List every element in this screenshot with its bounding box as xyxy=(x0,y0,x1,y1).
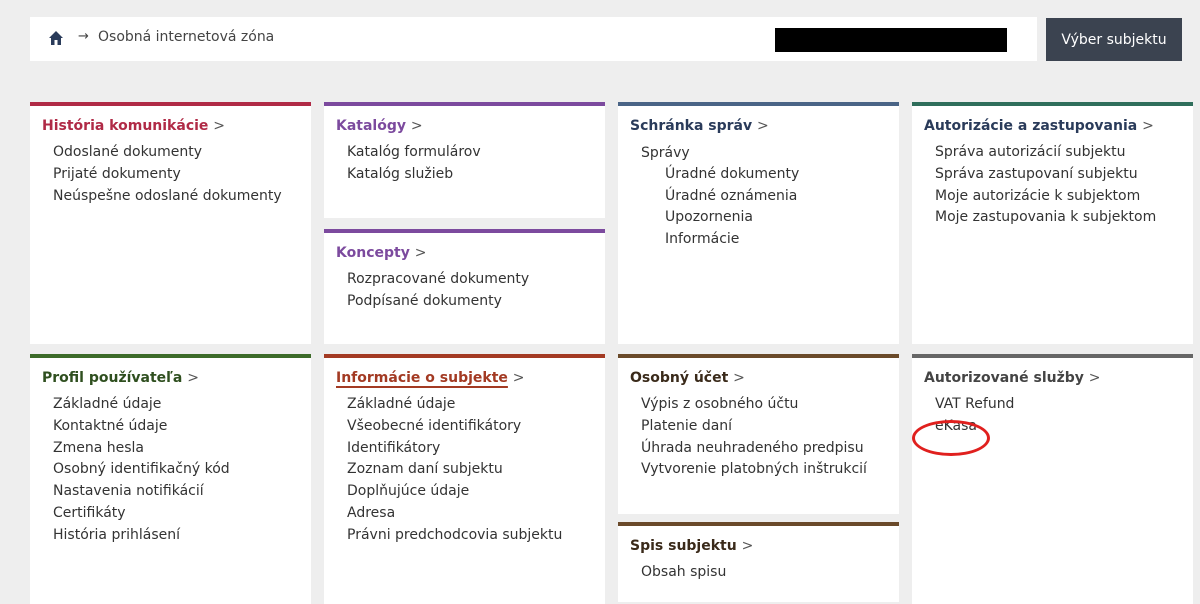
panel-title[interactable]: Autorizácie a zastupovania > xyxy=(924,118,1193,134)
panel-title[interactable]: Katalógy > xyxy=(336,118,605,134)
link-katalog-formularov[interactable]: Katalóg formulárov xyxy=(347,142,605,164)
link-uradne-oznamenia[interactable]: Úradné oznámenia xyxy=(665,186,899,208)
link-sprava-autorizacii[interactable]: Správa autorizácií subjektu xyxy=(935,142,1193,164)
link-list: Správa autorizácií subjektu Správa zastu… xyxy=(924,142,1193,229)
panel-title-chevron: > xyxy=(741,538,754,554)
home-icon[interactable] xyxy=(48,30,64,46)
link-katalog-sluzieb[interactable]: Katalóg služieb xyxy=(347,164,605,186)
select-subject-button[interactable]: Výber subjektu xyxy=(1046,18,1182,61)
link-identifikatory[interactable]: Identifikátory xyxy=(347,438,605,460)
panel-title-text[interactable]: Schránka správ xyxy=(630,118,752,134)
link-prijate-dokumenty[interactable]: Prijaté dokumenty xyxy=(53,164,311,186)
group-label-spravy[interactable]: Správy xyxy=(630,142,899,164)
link-platobne-instrukcie[interactable]: Vytvorenie platobných inštrukcií xyxy=(641,459,899,481)
panel-title-text[interactable]: Profil používateľa xyxy=(42,370,182,386)
panel-osobny-ucet: Osobný účet > Výpis z osobného účtu Plat… xyxy=(618,354,899,514)
link-zakladne-udaje[interactable]: Základné údaje xyxy=(347,394,605,416)
panel-title[interactable]: Informácie o subjekte > xyxy=(336,370,605,386)
link-list: Katalóg formulárov Katalóg služieb xyxy=(336,142,605,186)
annotation-circle xyxy=(912,420,990,456)
link-certifikaty[interactable]: Certifikáty xyxy=(53,503,311,525)
panel-title-text[interactable]: Spis subjektu xyxy=(630,538,737,554)
panel-title-chevron: > xyxy=(512,370,525,386)
panel-profil-pouzivatela: Profil používateľa > Základné údaje Kont… xyxy=(30,354,311,604)
link-odoslane-dokumenty[interactable]: Odoslané dokumenty xyxy=(53,142,311,164)
link-list: Obsah spisu xyxy=(630,562,899,584)
link-osobny-identifikacny-kod[interactable]: Osobný identifikačný kód xyxy=(53,459,311,481)
panel-title-text[interactable]: Osobný účet xyxy=(630,370,728,386)
panel-title-chevron: > xyxy=(733,370,745,386)
panel-title[interactable]: Spis subjektu > xyxy=(630,538,899,554)
panel-title-chevron: > xyxy=(1088,370,1101,386)
link-list: Odoslané dokumenty Prijaté dokumenty Neú… xyxy=(42,142,311,207)
panel-title-chevron: > xyxy=(187,370,199,386)
breadcrumb-arrow: → xyxy=(78,29,89,44)
link-list: Základné údaje Kontaktné údaje Zmena hes… xyxy=(42,394,311,547)
link-platenie-dani[interactable]: Platenie daní xyxy=(641,416,899,438)
link-moje-autorizacie[interactable]: Moje autorizácie k subjektom xyxy=(935,186,1193,208)
link-zakladne-udaje[interactable]: Základné údaje xyxy=(53,394,311,416)
panel-spis-subjektu: Spis subjektu > Obsah spisu xyxy=(618,522,899,602)
link-vseobecne-identifikatory[interactable]: Všeobecné identifikátory xyxy=(347,416,605,438)
panel-title-chevron: > xyxy=(757,118,769,134)
panel-title-text[interactable]: História komunikácie xyxy=(42,118,208,134)
panel-title-text[interactable]: Informácie o subjekte xyxy=(336,370,508,386)
panel-title-chevron: > xyxy=(414,245,427,261)
panel-katalogy: Katalógy > Katalóg formulárov Katalóg sl… xyxy=(324,102,605,218)
panel-title[interactable]: Koncepty > xyxy=(336,245,605,261)
link-doplnujuce-udaje[interactable]: Doplňujúce údaje xyxy=(347,481,605,503)
panel-title-text[interactable]: Koncepty xyxy=(336,245,410,261)
redacted-user-name xyxy=(775,28,1007,52)
link-vat-refund[interactable]: VAT Refund xyxy=(935,394,1193,416)
link-obsah-spisu[interactable]: Obsah spisu xyxy=(641,562,899,584)
link-informacie[interactable]: Informácie xyxy=(665,229,899,251)
panel-title-chevron: > xyxy=(1142,118,1154,134)
link-neuspesne-odoslane[interactable]: Neúspešne odoslané dokumenty xyxy=(53,186,311,208)
panel-title-chevron: > xyxy=(410,118,423,134)
link-list: Výpis z osobného účtu Platenie daní Úhra… xyxy=(630,394,899,481)
breadcrumb-current: Osobná internetová zóna xyxy=(98,29,275,45)
panel-title[interactable]: Osobný účet > xyxy=(630,370,899,386)
link-adresa[interactable]: Adresa xyxy=(347,503,605,525)
link-list: Úradné dokumenty Úradné oznámenia Upozor… xyxy=(630,164,899,250)
panel-title[interactable]: Profil používateľa > xyxy=(42,370,311,386)
panel-title[interactable]: Schránka správ > xyxy=(630,118,899,134)
link-moje-zastupovania[interactable]: Moje zastupovania k subjektom xyxy=(935,207,1193,229)
panel-title[interactable]: Autorizované služby > xyxy=(924,370,1193,386)
link-list: Základné údaje Všeobecné identifikátory … xyxy=(336,394,605,547)
link-uhrada-predpisu[interactable]: Úhrada neuhradeného predpisu xyxy=(641,438,899,460)
link-vypis-z-uctu[interactable]: Výpis z osobného účtu xyxy=(641,394,899,416)
link-podpisane-dokumenty[interactable]: Podpísané dokumenty xyxy=(347,291,605,313)
link-sprava-zastupovani[interactable]: Správa zastupovaní subjektu xyxy=(935,164,1193,186)
panel-title-text[interactable]: Katalógy xyxy=(336,118,406,134)
panel-title[interactable]: História komunikácie > xyxy=(42,118,311,134)
link-historia-prihlaseni[interactable]: História prihlásení xyxy=(53,525,311,547)
panel-schranka-sprav: Schránka správ > Správy Úradné dokumenty… xyxy=(618,102,899,344)
link-pravni-predchodcovia[interactable]: Právni predchodcovia subjektu xyxy=(347,525,605,547)
link-upozornenia[interactable]: Upozornenia xyxy=(665,207,899,229)
panel-title-text[interactable]: Autorizácie a zastupovania xyxy=(924,118,1137,134)
link-nastavenia-notifikacii[interactable]: Nastavenia notifikácií xyxy=(53,481,311,503)
link-uradne-dokumenty[interactable]: Úradné dokumenty xyxy=(665,164,899,186)
panel-title-chevron: > xyxy=(213,118,226,134)
link-zoznam-dani[interactable]: Zoznam daní subjektu xyxy=(347,459,605,481)
panel-autorizovane-sluzby: Autorizované služby > VAT Refund eKasa xyxy=(912,354,1193,604)
panel-title-text[interactable]: Autorizované služby xyxy=(924,370,1084,386)
link-list: Rozpracované dokumenty Podpísané dokumen… xyxy=(336,269,605,313)
panel-historia-komunikacie: História komunikácie > Odoslané dokument… xyxy=(30,102,311,344)
link-kontaktne-udaje[interactable]: Kontaktné údaje xyxy=(53,416,311,438)
panel-koncepty: Koncepty > Rozpracované dokumenty Podpís… xyxy=(324,229,605,344)
link-rozpracovane-dokumenty[interactable]: Rozpracované dokumenty xyxy=(347,269,605,291)
link-zmena-hesla[interactable]: Zmena hesla xyxy=(53,438,311,460)
panel-informacie-o-subjekte: Informácie o subjekte > Základné údaje V… xyxy=(324,354,605,604)
panel-autorizacie-zastupovania: Autorizácie a zastupovania > Správa auto… xyxy=(912,102,1193,344)
